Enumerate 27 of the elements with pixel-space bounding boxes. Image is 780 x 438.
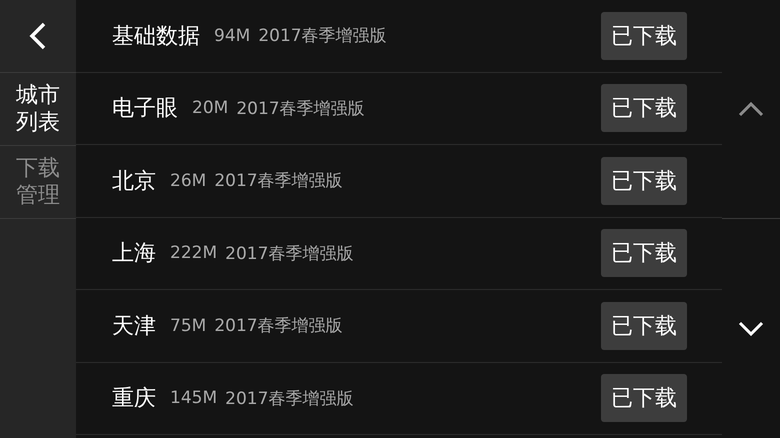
version-label: 2017春季增强版 (214, 170, 343, 192)
city-name: 重庆 (112, 385, 156, 414)
file-size: 20M (192, 98, 228, 118)
file-size: 26M (170, 170, 206, 191)
version-label: 2017春季增强版 (236, 98, 365, 120)
file-size: 75M (170, 316, 206, 336)
version-label: 2017春季增强版 (214, 315, 343, 338)
sidebar-tab[interactable]: 城市列表 (0, 73, 76, 146)
downloaded-button[interactable]: 已下载 (601, 12, 687, 60)
file-size: 145M (170, 388, 218, 408)
scroll-down-icon[interactable] (737, 319, 765, 337)
downloaded-button[interactable]: 已下载 (601, 374, 687, 422)
version-label: 2017春季增强版 (258, 25, 387, 48)
city-name: 北京 (112, 168, 156, 196)
version-label: 2017春季增强版 (225, 388, 354, 410)
version-label: 2017春季增强版 (225, 242, 354, 265)
downloaded-button[interactable]: 已下载 (601, 156, 687, 205)
city-name: 上海 (112, 240, 156, 268)
city-name: 电子眼 (112, 95, 178, 124)
downloaded-button[interactable]: 已下载 (601, 229, 687, 278)
city-name: 基础数据 (112, 22, 200, 51)
downloaded-button[interactable]: 已下载 (601, 84, 687, 132)
file-size: 94M (214, 26, 250, 46)
downloaded-button[interactable]: 已下载 (601, 302, 687, 350)
sidebar-tab[interactable]: 下载管理 (0, 146, 76, 219)
file-size: 222M (170, 243, 218, 264)
city-name: 天津 (112, 312, 156, 341)
